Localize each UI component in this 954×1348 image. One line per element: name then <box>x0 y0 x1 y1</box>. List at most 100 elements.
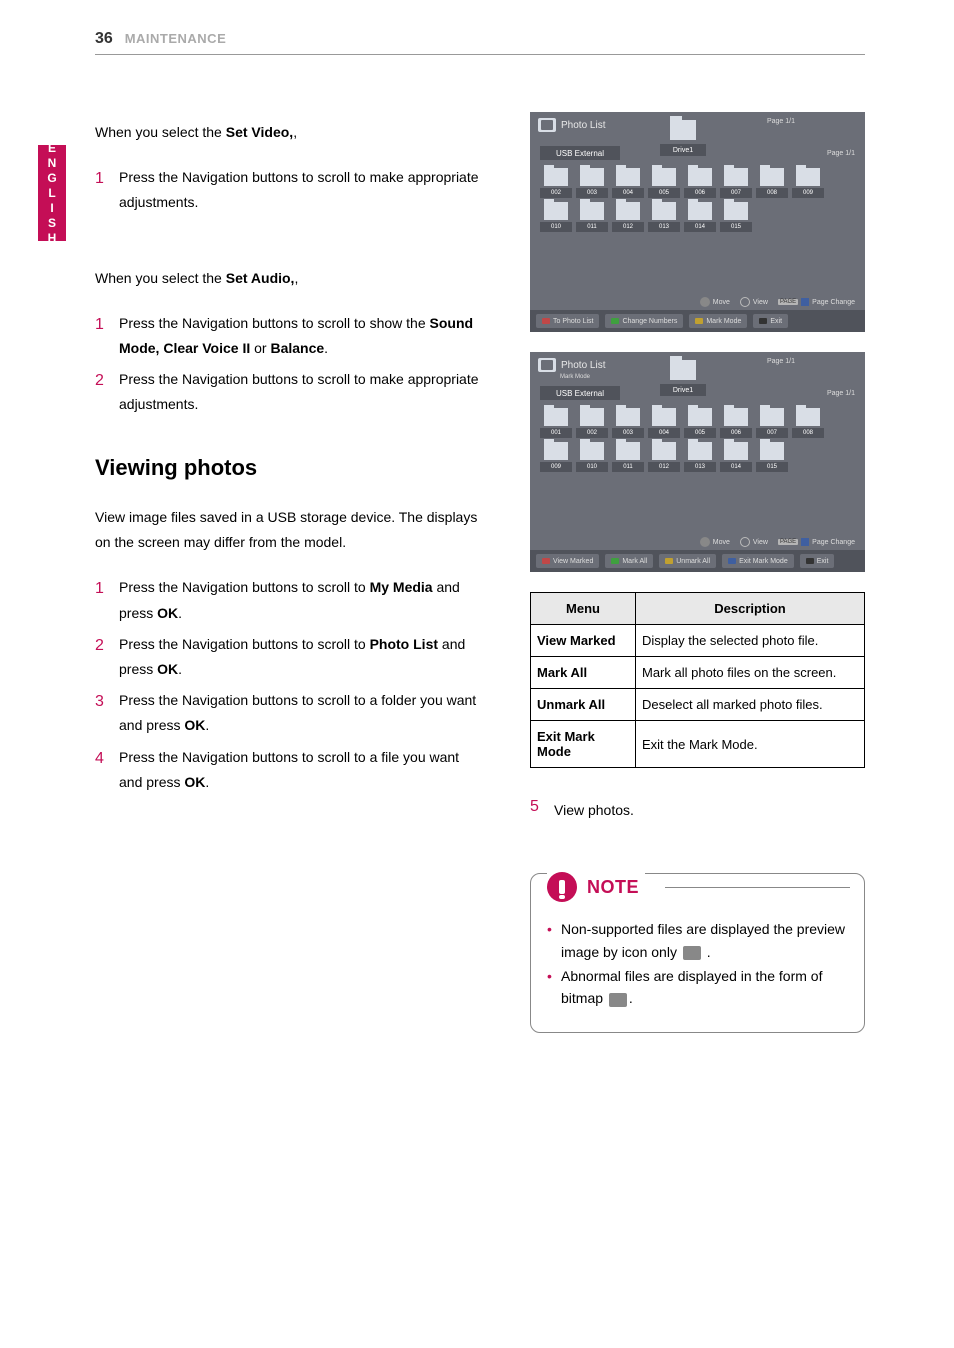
thumbnail-grid: 0010020030040050060070080090100110120130… <box>540 408 855 472</box>
menu-cell: View Marked <box>531 625 636 657</box>
set-audio-intro: When you select the Set Audio,, <box>95 266 480 291</box>
nav-arrow-icon <box>700 537 710 547</box>
text: Press the Navigation buttons to scroll t… <box>119 315 430 331</box>
thumbnail: 012 <box>612 202 644 232</box>
step-text: View photos. <box>554 798 865 823</box>
thumbnail: 002 <box>540 168 572 198</box>
thumb-label: 009 <box>540 462 572 472</box>
desc-cell: Mark all photo files on the screen. <box>636 657 865 689</box>
step: 1 Press the Navigation buttons to scroll… <box>95 165 480 215</box>
thumb-label: 008 <box>792 428 824 438</box>
label: Move <box>713 539 730 546</box>
softkey-button: Exit Mark Mode <box>722 554 794 568</box>
thumb-label: 014 <box>720 462 752 472</box>
thumbnail: 008 <box>756 168 788 198</box>
label: View <box>753 299 768 306</box>
color-key-icon <box>611 318 619 324</box>
mark-mode-label: Mark Mode <box>560 374 590 380</box>
text-bold: My Media <box>370 579 433 595</box>
unsupported-file-icon <box>683 946 701 960</box>
text-bold: Set Audio, <box>226 270 295 286</box>
text-bold: Photo List <box>370 636 438 652</box>
text: . <box>205 717 209 733</box>
step-number: 1 <box>95 575 119 625</box>
desc-cell: Deselect all marked photo files. <box>636 689 865 721</box>
drive-thumb: Drive1 <box>660 120 706 164</box>
softkey-button: To Photo List <box>536 314 599 328</box>
text: . <box>178 661 182 677</box>
step: 1 Press the Navigation buttons to scroll… <box>95 575 480 625</box>
thumb-label: 002 <box>576 428 608 438</box>
thumb-label: 013 <box>684 462 716 472</box>
step: 2 Press the Navigation buttons to scroll… <box>95 632 480 682</box>
thumb-label: 012 <box>612 222 644 232</box>
thumb-label: 009 <box>792 188 824 198</box>
thumbnail: 015 <box>756 442 788 472</box>
color-key-icon <box>695 318 703 324</box>
drive-label: Drive1 <box>660 384 706 396</box>
note-list: Non-supported files are displayed the pr… <box>547 918 848 1010</box>
label: Move <box>713 299 730 306</box>
softkey-button: View Marked <box>536 554 599 568</box>
step-text: Press the Navigation buttons to scroll t… <box>119 311 480 361</box>
color-key-icon <box>665 558 673 564</box>
thumbnail: 009 <box>540 442 572 472</box>
thumbnail: 003 <box>576 168 608 198</box>
folder-icon <box>670 120 696 140</box>
desc-cell: Display the selected photo file. <box>636 625 865 657</box>
step: 3 Press the Navigation buttons to scroll… <box>95 688 480 738</box>
folder-icon <box>580 168 604 186</box>
folder-icon <box>544 202 568 220</box>
label: View <box>753 539 768 546</box>
page-label: PAGE <box>778 299 798 305</box>
thumbnail: 008 <box>792 408 824 438</box>
section-title: MAINTENANCE <box>125 31 227 46</box>
thumb-label: 015 <box>756 462 788 472</box>
thumbnail: 003 <box>612 408 644 438</box>
drive-label: Drive1 <box>660 144 706 156</box>
step-number: 4 <box>95 745 119 795</box>
color-key-icon <box>728 558 736 564</box>
drive-thumb: Drive1 <box>660 360 706 404</box>
color-key-icon <box>542 318 550 324</box>
text: . <box>703 944 711 960</box>
thumb-label: 015 <box>720 222 752 232</box>
page-indicator-small: Page 1/1 <box>827 390 855 397</box>
page-label: PAGE <box>778 539 798 545</box>
move-hint: Move <box>700 297 730 307</box>
titlebar: Photo List <box>538 358 605 372</box>
thumb-label: 011 <box>612 462 644 472</box>
step-text: Press the Navigation buttons to scroll t… <box>119 745 480 795</box>
page-header: 36 MAINTENANCE <box>95 30 865 55</box>
folder-icon <box>760 408 784 426</box>
page-number: 36 <box>95 30 113 47</box>
thumbnail-grid: 0020030040050060070080090100110120130140… <box>540 168 855 232</box>
usb-label: USB External <box>540 146 620 160</box>
table-row: Mark AllMark all photo files on the scre… <box>531 657 865 689</box>
thumbnail: 010 <box>576 442 608 472</box>
move-hint: Move <box>700 537 730 547</box>
folder-icon <box>616 202 640 220</box>
thumb-label: 005 <box>648 188 680 198</box>
thumbnail: 013 <box>648 202 680 232</box>
step-number: 3 <box>95 688 119 738</box>
color-key-icon <box>611 558 619 564</box>
page-indicator-small: Page 1/1 <box>827 150 855 157</box>
desc-cell: Exit the Mark Mode. <box>636 721 865 768</box>
thumb-label: 007 <box>756 428 788 438</box>
folder-icon <box>724 202 748 220</box>
text: . <box>629 990 633 1006</box>
table-row: Unmark AllDeselect all marked photo file… <box>531 689 865 721</box>
folder-icon <box>616 408 640 426</box>
nav-arrow-icon <box>700 297 710 307</box>
folder-icon <box>724 408 748 426</box>
softkey-button: Mark Mode <box>689 314 747 328</box>
left-column: When you select the Set Video,, 1 Press … <box>95 120 480 801</box>
folder-icon <box>724 168 748 186</box>
thumbnail: 011 <box>612 442 644 472</box>
thumbnail: 015 <box>720 202 752 232</box>
thumb-label: 003 <box>612 428 644 438</box>
thumb-label: 007 <box>720 188 752 198</box>
page-hint: PAGEPage Change <box>778 298 855 306</box>
step-text: Press the Navigation buttons to scroll t… <box>119 632 480 682</box>
